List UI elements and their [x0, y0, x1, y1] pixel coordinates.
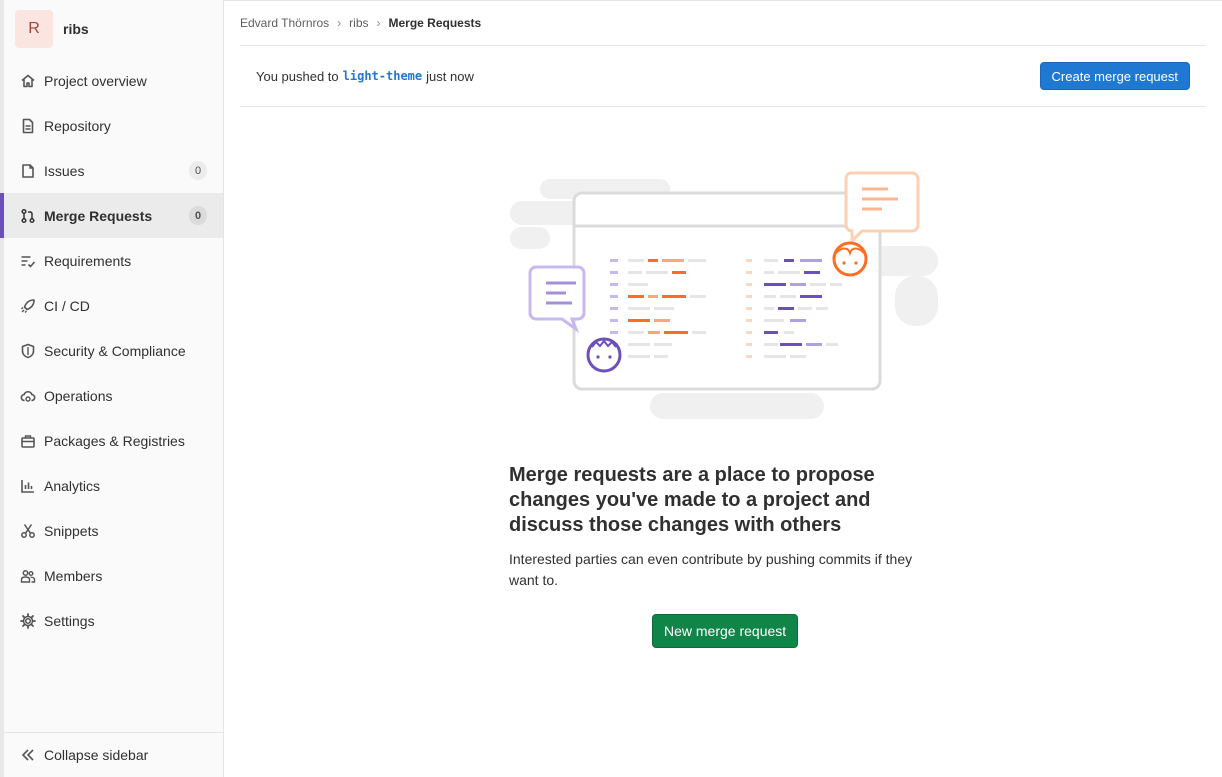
project-header[interactable]: R ribs	[4, 0, 223, 58]
sidebar-item-label: Analytics	[44, 477, 101, 494]
sidebar-item-label: CI / CD	[44, 297, 90, 314]
sidebar-item-label: Snippets	[44, 522, 99, 539]
breadcrumb: Edvard Thörnros › ribs › Merge Requests	[240, 1, 481, 45]
sidebar-item-label: Operations	[44, 387, 113, 404]
sidebar-item-settings[interactable]: Settings	[4, 598, 223, 643]
empty-state-illustration	[510, 171, 938, 419]
recent-push-notice: You pushed to light-theme just now Creat…	[240, 46, 1206, 107]
main-content: Edvard Thörnros › ribs › Merge Requests …	[224, 0, 1222, 777]
sidebar-item-merge-requests[interactable]: Merge Requests 0	[0, 193, 223, 238]
sidebar-item-issues[interactable]: Issues 0	[4, 148, 223, 193]
project-name[interactable]: ribs	[63, 21, 89, 37]
create-merge-request-button[interactable]: Create merge request	[1039, 62, 1190, 90]
orange-face	[832, 241, 868, 277]
sidebar-item-packages-registries[interactable]: Packages & Registries	[4, 418, 223, 463]
sidebar-item-project-overview[interactable]: Project overview	[4, 58, 223, 103]
sidebar-nav: Project overview Repository Issues 0 Mer…	[0, 58, 223, 643]
chart-icon	[20, 478, 36, 494]
breadcrumb-current[interactable]: Merge Requests	[389, 16, 482, 30]
merge-request-icon	[20, 208, 36, 224]
new-merge-request-button[interactable]: New merge request	[652, 614, 799, 648]
home-icon	[20, 73, 36, 89]
rocket-icon	[20, 298, 36, 314]
sidebar-item-members[interactable]: Members	[4, 553, 223, 598]
sidebar-item-label: Settings	[44, 612, 95, 629]
sidebar-item-label: Packages & Registries	[44, 432, 185, 449]
sidebar-item-snippets[interactable]: Snippets	[4, 508, 223, 553]
empty-state-title: Merge requests are a place to propose ch…	[509, 464, 875, 536]
sidebar-item-repository[interactable]: Repository	[4, 103, 223, 148]
doc-icon	[20, 118, 36, 134]
project-avatar[interactable]: R	[15, 10, 53, 48]
sidebar-item-requirements[interactable]: Requirements	[4, 238, 223, 283]
purple-chat-bubble	[528, 265, 586, 334]
breadcrumb-owner[interactable]: Edvard Thörnros	[240, 16, 329, 30]
requirements-icon	[20, 253, 36, 269]
package-icon	[20, 433, 36, 449]
breadcrumb-project[interactable]: ribs	[349, 16, 368, 30]
collapse-sidebar-label: Collapse sidebar	[44, 747, 149, 763]
sidebar-item-label: Members	[44, 567, 103, 584]
push-prefix: You pushed to	[256, 68, 339, 84]
merge-requests-count-badge: 0	[189, 206, 207, 225]
sidebar-item-label: Requirements	[44, 252, 132, 269]
collapse-sidebar-button[interactable]: Collapse sidebar	[4, 732, 223, 777]
double-chevron-left-icon	[20, 747, 36, 763]
sidebar-item-label: Security & Compliance	[44, 342, 186, 359]
sidebar-item-label: Merge Requests	[44, 207, 153, 224]
sidebar-item-ci-cd[interactable]: CI / CD	[4, 283, 223, 328]
branch-name[interactable]: light-theme	[343, 69, 422, 83]
issues-icon	[20, 163, 36, 179]
empty-state-description: Interested parties can even contribute b…	[509, 551, 913, 588]
purple-face	[586, 337, 622, 373]
orange-chat-bubble	[844, 171, 920, 245]
sidebar-item-label: Project overview	[44, 72, 147, 89]
shield-icon	[20, 343, 36, 359]
chevron-right-icon: ›	[337, 16, 342, 30]
scissors-icon	[20, 523, 36, 539]
push-suffix: just now	[426, 68, 474, 84]
sidebar-item-label: Issues	[44, 162, 85, 179]
cloud-gear-icon	[20, 388, 36, 404]
sidebar: R ribs Project overview Repository Issue…	[0, 0, 224, 777]
issues-count-badge: 0	[189, 161, 207, 180]
users-icon	[20, 568, 36, 584]
sidebar-item-operations[interactable]: Operations	[4, 373, 223, 418]
gear-icon	[20, 612, 36, 629]
chevron-right-icon: ›	[376, 16, 381, 30]
sidebar-item-label: Repository	[44, 117, 111, 134]
sidebar-item-analytics[interactable]: Analytics	[4, 463, 223, 508]
sidebar-item-security-compliance[interactable]: Security & Compliance	[4, 328, 223, 373]
